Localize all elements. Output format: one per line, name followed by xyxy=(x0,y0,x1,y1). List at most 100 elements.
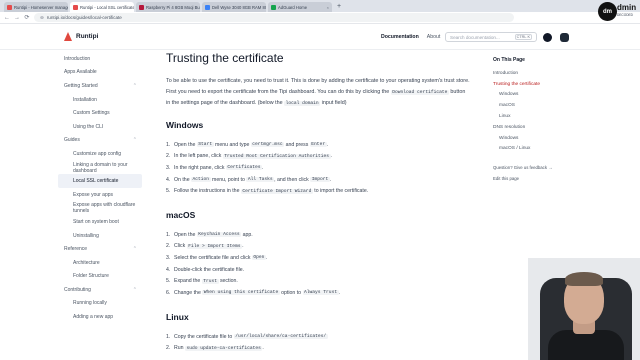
sidebar-item[interactable]: Guides ⌃ xyxy=(58,134,142,148)
sidebar-item[interactable]: Customize app config xyxy=(58,147,142,161)
step-text: Run xyxy=(174,345,185,352)
list-item: 1. Open the Keychain Access app. xyxy=(166,229,340,241)
top-nav: Documentation About xyxy=(381,34,440,40)
list-number: 6. xyxy=(166,289,171,296)
new-tab-button[interactable]: + xyxy=(337,2,341,12)
browser-tab[interactable]: Runtipi - Local SSL certificate× xyxy=(70,2,134,12)
step-text: . xyxy=(329,176,332,183)
step-text: On the xyxy=(174,176,192,183)
runtipi-favicon-icon xyxy=(73,4,78,10)
back-icon[interactable]: ← xyxy=(4,15,10,21)
dell-favicon-icon xyxy=(205,4,210,10)
sidebar-item-label: Linking a domain to your dashboard xyxy=(73,161,128,174)
toc-item[interactable]: Introduction xyxy=(493,68,573,79)
chevron-up-icon[interactable]: ⌃ xyxy=(133,137,137,143)
toc-item[interactable]: Linux xyxy=(493,111,573,122)
browser-tab[interactable]: AdGuard Home × xyxy=(268,2,332,12)
list-number: 4. xyxy=(166,176,171,183)
adguard-favicon-icon xyxy=(271,4,276,10)
url-field[interactable]: ⊜ runtipi.io/docs/guides/local-certifica… xyxy=(34,13,514,22)
inline-code: sudo update-ca-certificates xyxy=(184,345,263,351)
sidebar-item[interactable]: Getting Started ⌃ xyxy=(58,79,142,93)
sidebar-item-label: Customize app config xyxy=(73,150,122,157)
step-text: In the right pane, click xyxy=(174,164,226,171)
toc-item[interactable]: macOS / Linux xyxy=(493,144,573,155)
sidebar-item[interactable]: Expose apps with cloudflare tunnels xyxy=(58,202,142,216)
sidebar-item[interactable]: Expose your apps xyxy=(58,188,142,202)
sidebar-item[interactable]: Start on system boot xyxy=(58,215,142,229)
step-text: . xyxy=(338,289,341,296)
sidebar-item[interactable]: Apps Available xyxy=(58,66,142,80)
inline-code: When using this certificate xyxy=(202,290,280,296)
sidebar-item[interactable]: Custom Settings xyxy=(58,106,142,120)
sidebar-item[interactable]: Using the CLI xyxy=(58,120,142,134)
toc-item[interactable]: DNS resolution xyxy=(493,122,573,133)
browser-tab[interactable]: Runtipi - Homeserver manage...× xyxy=(4,2,68,12)
address-bar: ← → ⟳ ⊜ runtipi.io/docs/guides/local-cer… xyxy=(0,12,640,24)
local-domain-code: local domain xyxy=(284,101,321,106)
nav-documentation[interactable]: Documentation xyxy=(381,34,419,40)
inline-code: Open xyxy=(251,255,266,261)
site-info-icon[interactable]: ⊜ xyxy=(40,15,44,21)
sidebar-item-label: Local SSL certificate xyxy=(73,178,119,185)
feedback-link[interactable]: Question? Give us feedback → xyxy=(493,162,573,173)
intro-paragraph: To be able to use the certificate, you n… xyxy=(166,76,471,110)
sidebar-item[interactable]: Architecture xyxy=(58,256,142,270)
step-text: app. xyxy=(241,231,253,238)
forward-icon[interactable]: → xyxy=(14,15,20,21)
list-number: 5. xyxy=(166,188,171,195)
chevron-up-icon[interactable]: ⌃ xyxy=(133,287,137,293)
search-input[interactable]: Search documentation... CTRL K xyxy=(445,32,537,42)
sidebar-item-label: Adding a new app xyxy=(73,314,114,321)
list-item: 1. Open the Start menu and type certmgr.m… xyxy=(166,139,368,151)
browser-tab[interactable]: Dell Wyse 3040 8GB RAM 8G...× xyxy=(202,2,266,12)
sidebar-item-label: Architecture xyxy=(73,259,100,266)
list-number: 3. xyxy=(166,254,171,261)
brand-logo[interactable]: Runtipi xyxy=(64,32,98,41)
chevron-up-icon[interactable]: ⌃ xyxy=(133,246,137,252)
sidebar-item[interactable]: Contributing ⌃ xyxy=(58,283,142,297)
github-icon[interactable] xyxy=(543,33,552,42)
sidebar-item[interactable]: Uninstalling xyxy=(58,229,142,243)
sidebar-item[interactable]: Folder Structure xyxy=(58,270,142,284)
sidebar-item[interactable]: Adding a new app xyxy=(58,310,142,324)
step-text: Click xyxy=(174,243,187,250)
inline-code: File > Import Items xyxy=(186,243,243,249)
sidebar-item-label: Contributing xyxy=(64,286,91,293)
sidebar-item[interactable]: Installation xyxy=(58,93,142,107)
step-text: . xyxy=(262,164,264,171)
reload-icon[interactable]: ⟳ xyxy=(24,14,30,21)
sidebar-item[interactable]: Linking a domain to your dashboard xyxy=(58,161,142,175)
toc-item[interactable]: Windows xyxy=(493,133,573,144)
list-number: 4. xyxy=(166,266,171,273)
list-item: 4. Double-click the certificate file. xyxy=(166,264,340,276)
nav-about[interactable]: About xyxy=(427,34,441,40)
toc-item[interactable]: macOS xyxy=(493,100,573,111)
chevron-up-icon[interactable]: ⌃ xyxy=(133,83,137,89)
browser-tab[interactable]: Raspberry Pi 4 8GB Moqi Bu...× xyxy=(136,2,200,12)
sidebar-item[interactable]: Introduction xyxy=(58,52,142,66)
step-text: . xyxy=(326,141,329,148)
channel-name: dmin xyxy=(617,3,637,12)
sidebar-item[interactable]: Reference ⌃ xyxy=(58,242,142,256)
sidebar-item[interactable]: Running locally xyxy=(58,297,142,311)
step-text: Select the certificate file and click xyxy=(174,254,252,261)
edit-page-link[interactable]: Edit this page xyxy=(493,173,573,184)
sidebar-item[interactable]: Local SSL certificate xyxy=(58,174,142,188)
discord-icon[interactable] xyxy=(560,33,569,42)
close-tab-icon[interactable]: × xyxy=(327,5,329,10)
step-text: menu and type xyxy=(213,141,251,148)
browser-tab-label: AdGuard Home xyxy=(278,4,308,10)
toc-item[interactable]: Trusting the certificate xyxy=(493,79,573,90)
browser-tab-label: Raspberry Pi 4 8GB Moqi Bu... xyxy=(146,4,200,10)
step-text: Open the xyxy=(174,141,197,148)
step-text: Expand the xyxy=(174,278,202,285)
channel-subtitle: DECODED xyxy=(617,13,633,17)
sidebar-item-label: Running locally xyxy=(73,300,107,307)
browser-tab-bar: Runtipi - Homeserver manage...×Runtipi -… xyxy=(0,0,640,12)
webcam-overlay xyxy=(528,258,640,360)
toc-item[interactable]: Windows xyxy=(493,90,573,101)
windows-steps: 1. Open the Start menu and type certmgr.m… xyxy=(166,139,368,197)
list-number: 1. xyxy=(166,231,171,238)
list-number: 2. xyxy=(166,345,171,352)
